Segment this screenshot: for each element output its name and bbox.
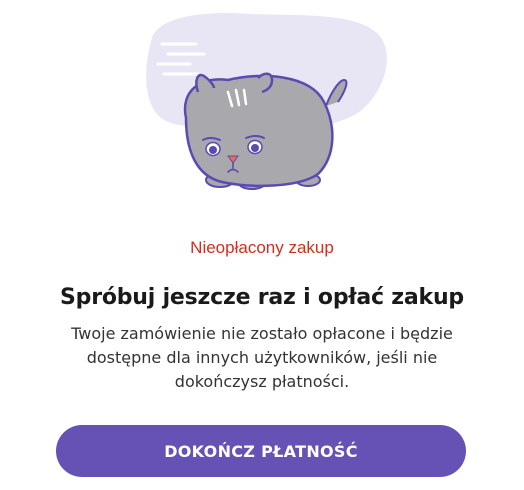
description-text: Twoje zamówienie nie zostało opłacone i … — [71, 324, 453, 391]
page-title: Spróbuj jeszcze raz i opłać zakup — [60, 285, 464, 310]
sad-cat-illustration — [140, 10, 390, 200]
status-label: Nieopłacony zakup — [190, 238, 334, 257]
cat-body — [183, 74, 334, 188]
complete-payment-button[interactable]: DOKOŃCZ PŁATNOŚĆ — [56, 425, 466, 477]
sad-cat-icon — [146, 13, 387, 190]
